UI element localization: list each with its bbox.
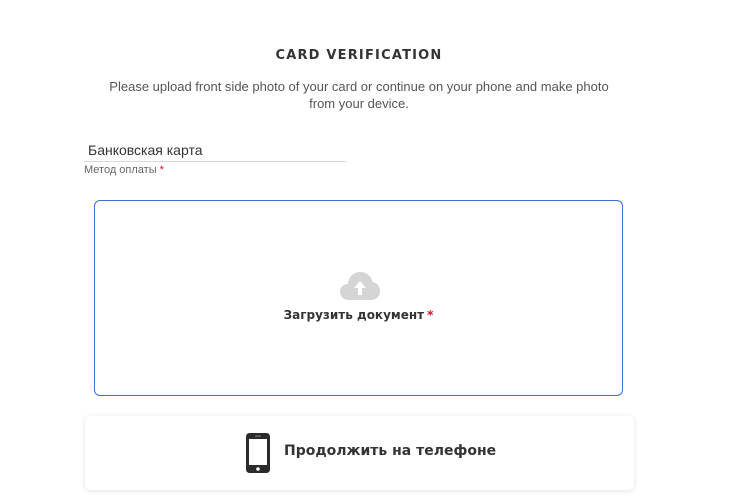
payment-method-select[interactable]: Банковская карта: [84, 141, 346, 162]
payment-method-field: Банковская карта Метод оплаты *: [84, 141, 346, 176]
payment-method-label-text: Метод оплаты: [84, 164, 157, 176]
required-asterisk: *: [159, 164, 164, 176]
continue-on-phone-label: Продолжить на телефоне: [284, 443, 497, 459]
document-upload-dropzone[interactable]: Загрузить документ *: [94, 200, 623, 396]
smartphone-icon: [246, 433, 270, 473]
page-title: CARD VERIFICATION: [275, 48, 443, 63]
upload-document-label-text: Загрузить документ: [283, 308, 425, 322]
payment-method-label: Метод оплаты *: [84, 164, 346, 176]
cloud-upload-icon: [340, 272, 380, 300]
instructions-text: Please upload front side photo of your c…: [109, 79, 609, 111]
required-asterisk: *: [427, 308, 434, 322]
continue-on-phone-button[interactable]: Продолжить на телефоне: [85, 416, 634, 490]
upload-document-label: Загрузить документ *: [95, 308, 622, 322]
